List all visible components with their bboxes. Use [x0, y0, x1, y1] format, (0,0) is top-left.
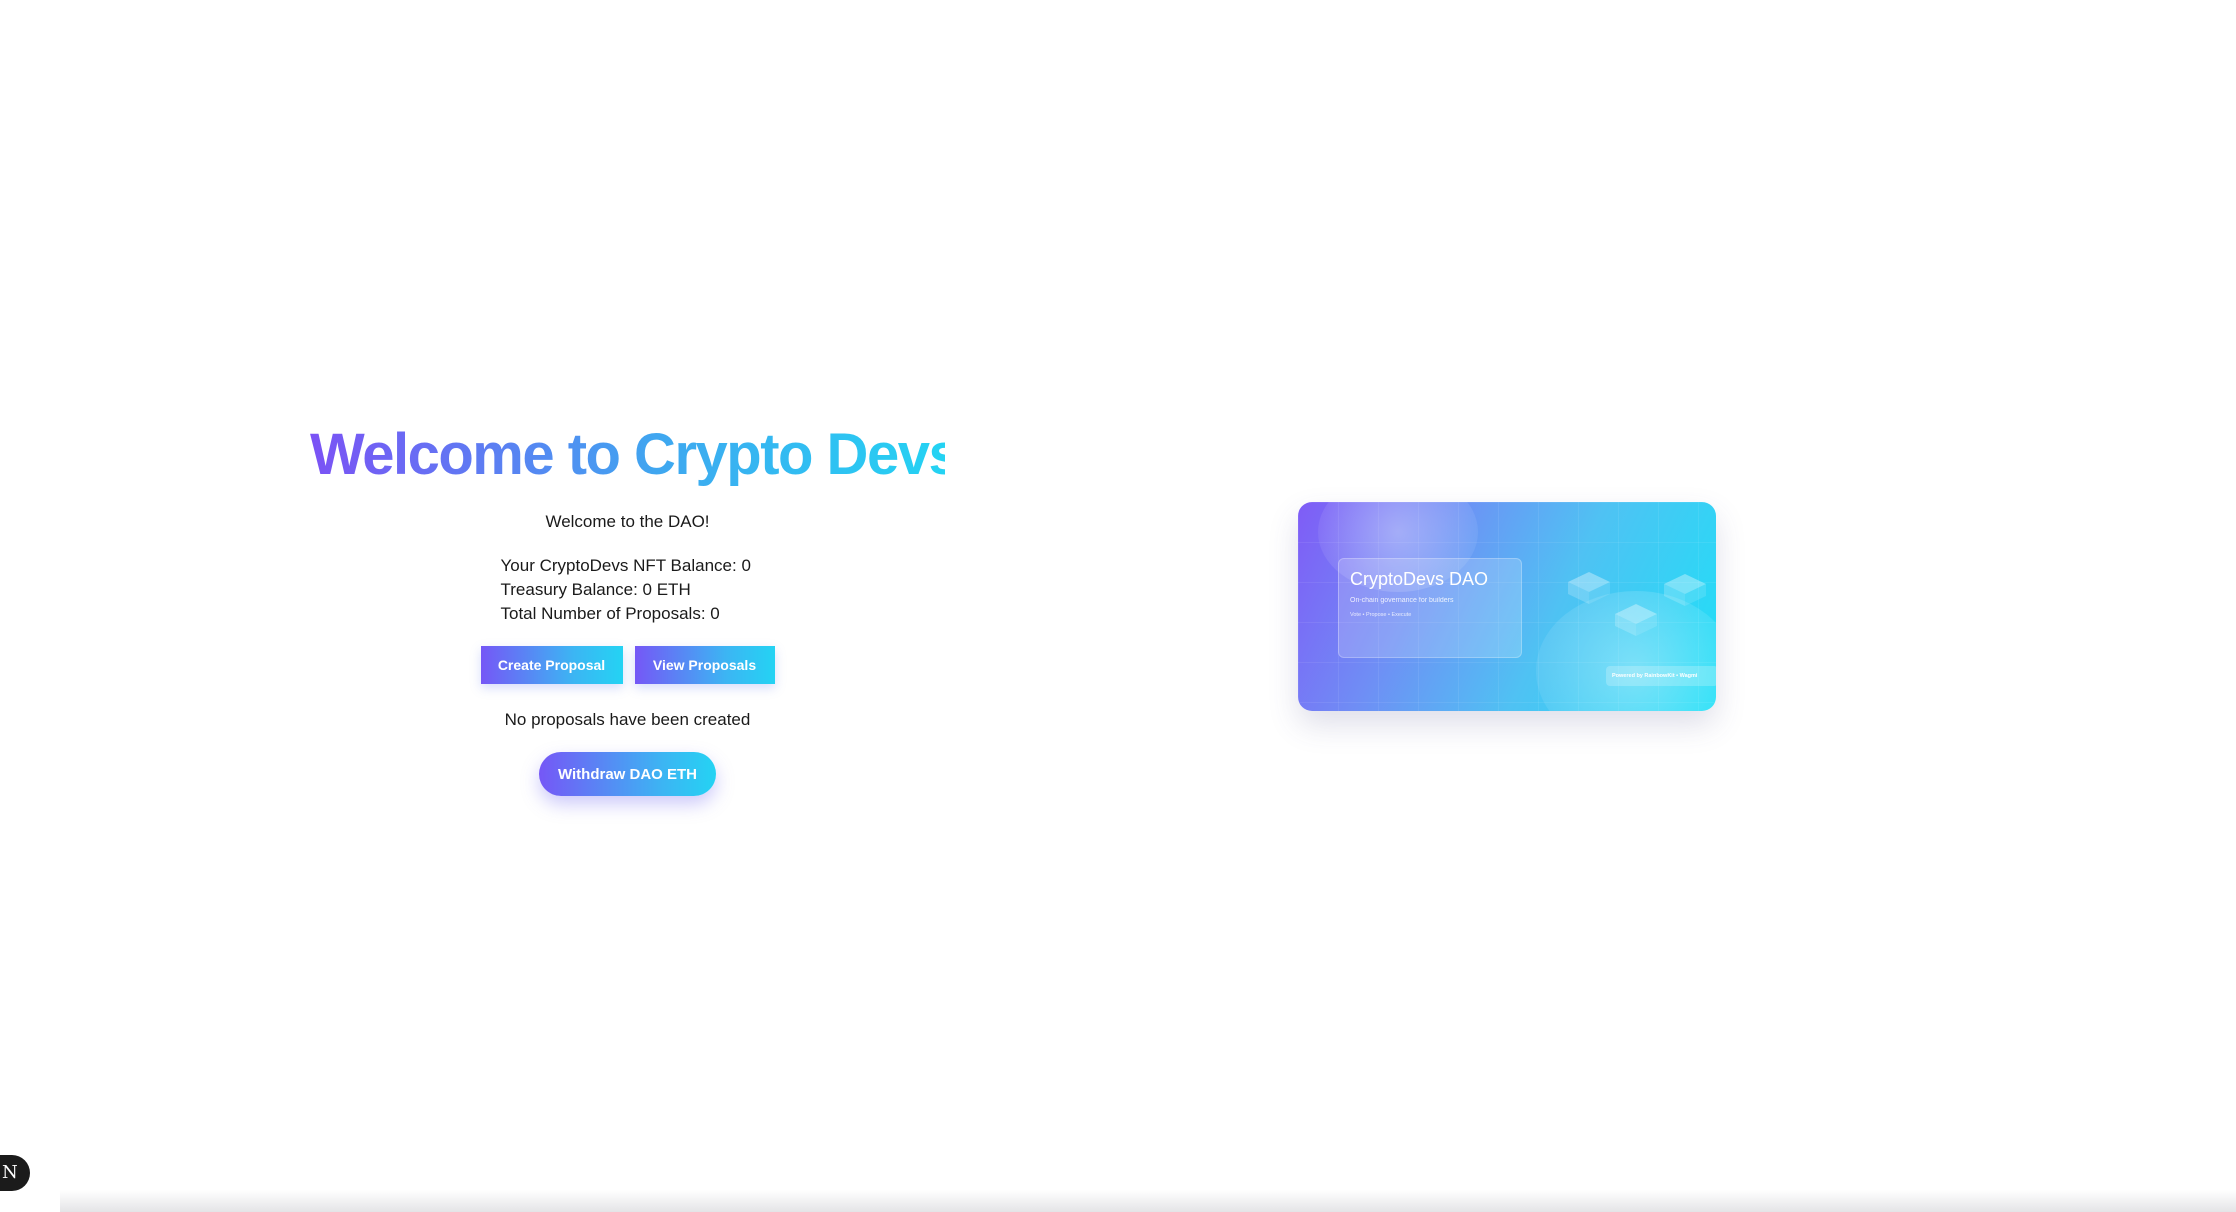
create-proposal-button[interactable]: Create Proposal [480, 646, 623, 684]
welcome-text: Welcome to the DAO! [545, 512, 710, 531]
total-proposals: Total Number of Proposals: 0 [500, 604, 720, 623]
tab-buttons: Create Proposal View Proposals [310, 646, 945, 684]
bottom-edge-shadow [60, 1190, 2236, 1212]
nft-balance: Your CryptoDevs NFT Balance: 0 [500, 556, 751, 575]
banner-subtitle: On-chain governance for builders [1350, 597, 1454, 604]
powered-by-label: Powered by RainbowKit • Wagmi [1606, 666, 1716, 686]
cube-icon [1615, 604, 1657, 636]
nextjs-dev-indicator[interactable]: N [0, 1155, 30, 1191]
empty-proposals-message: No proposals have been created [504, 710, 751, 729]
withdraw-dao-eth-button[interactable]: Withdraw DAO ETH [539, 752, 716, 796]
dao-banner-image: CryptoDevs DAO On-chain governance for b… [1298, 502, 1716, 711]
page: Welcome to Crypto Devs! Welcome to the D… [0, 0, 2236, 1212]
page-title: Welcome to Crypto Devs! [310, 420, 979, 490]
banner-card: CryptoDevs DAO On-chain governance for b… [1338, 558, 1522, 658]
dao-stats: Your CryptoDevs NFT Balance: 0 Treasury … [501, 554, 755, 626]
cube-icon [1568, 572, 1610, 604]
view-proposals-button[interactable]: View Proposals [634, 646, 775, 684]
banner-title: CryptoDevs DAO [1350, 569, 1489, 589]
banner-tags: Vote • Propose • Execute [1350, 612, 1412, 618]
cube-icon [1664, 574, 1706, 606]
treasury-balance: Treasury Balance: 0 ETH [500, 580, 691, 599]
main-panel: Welcome to Crypto Devs! Welcome to the D… [310, 420, 979, 796]
